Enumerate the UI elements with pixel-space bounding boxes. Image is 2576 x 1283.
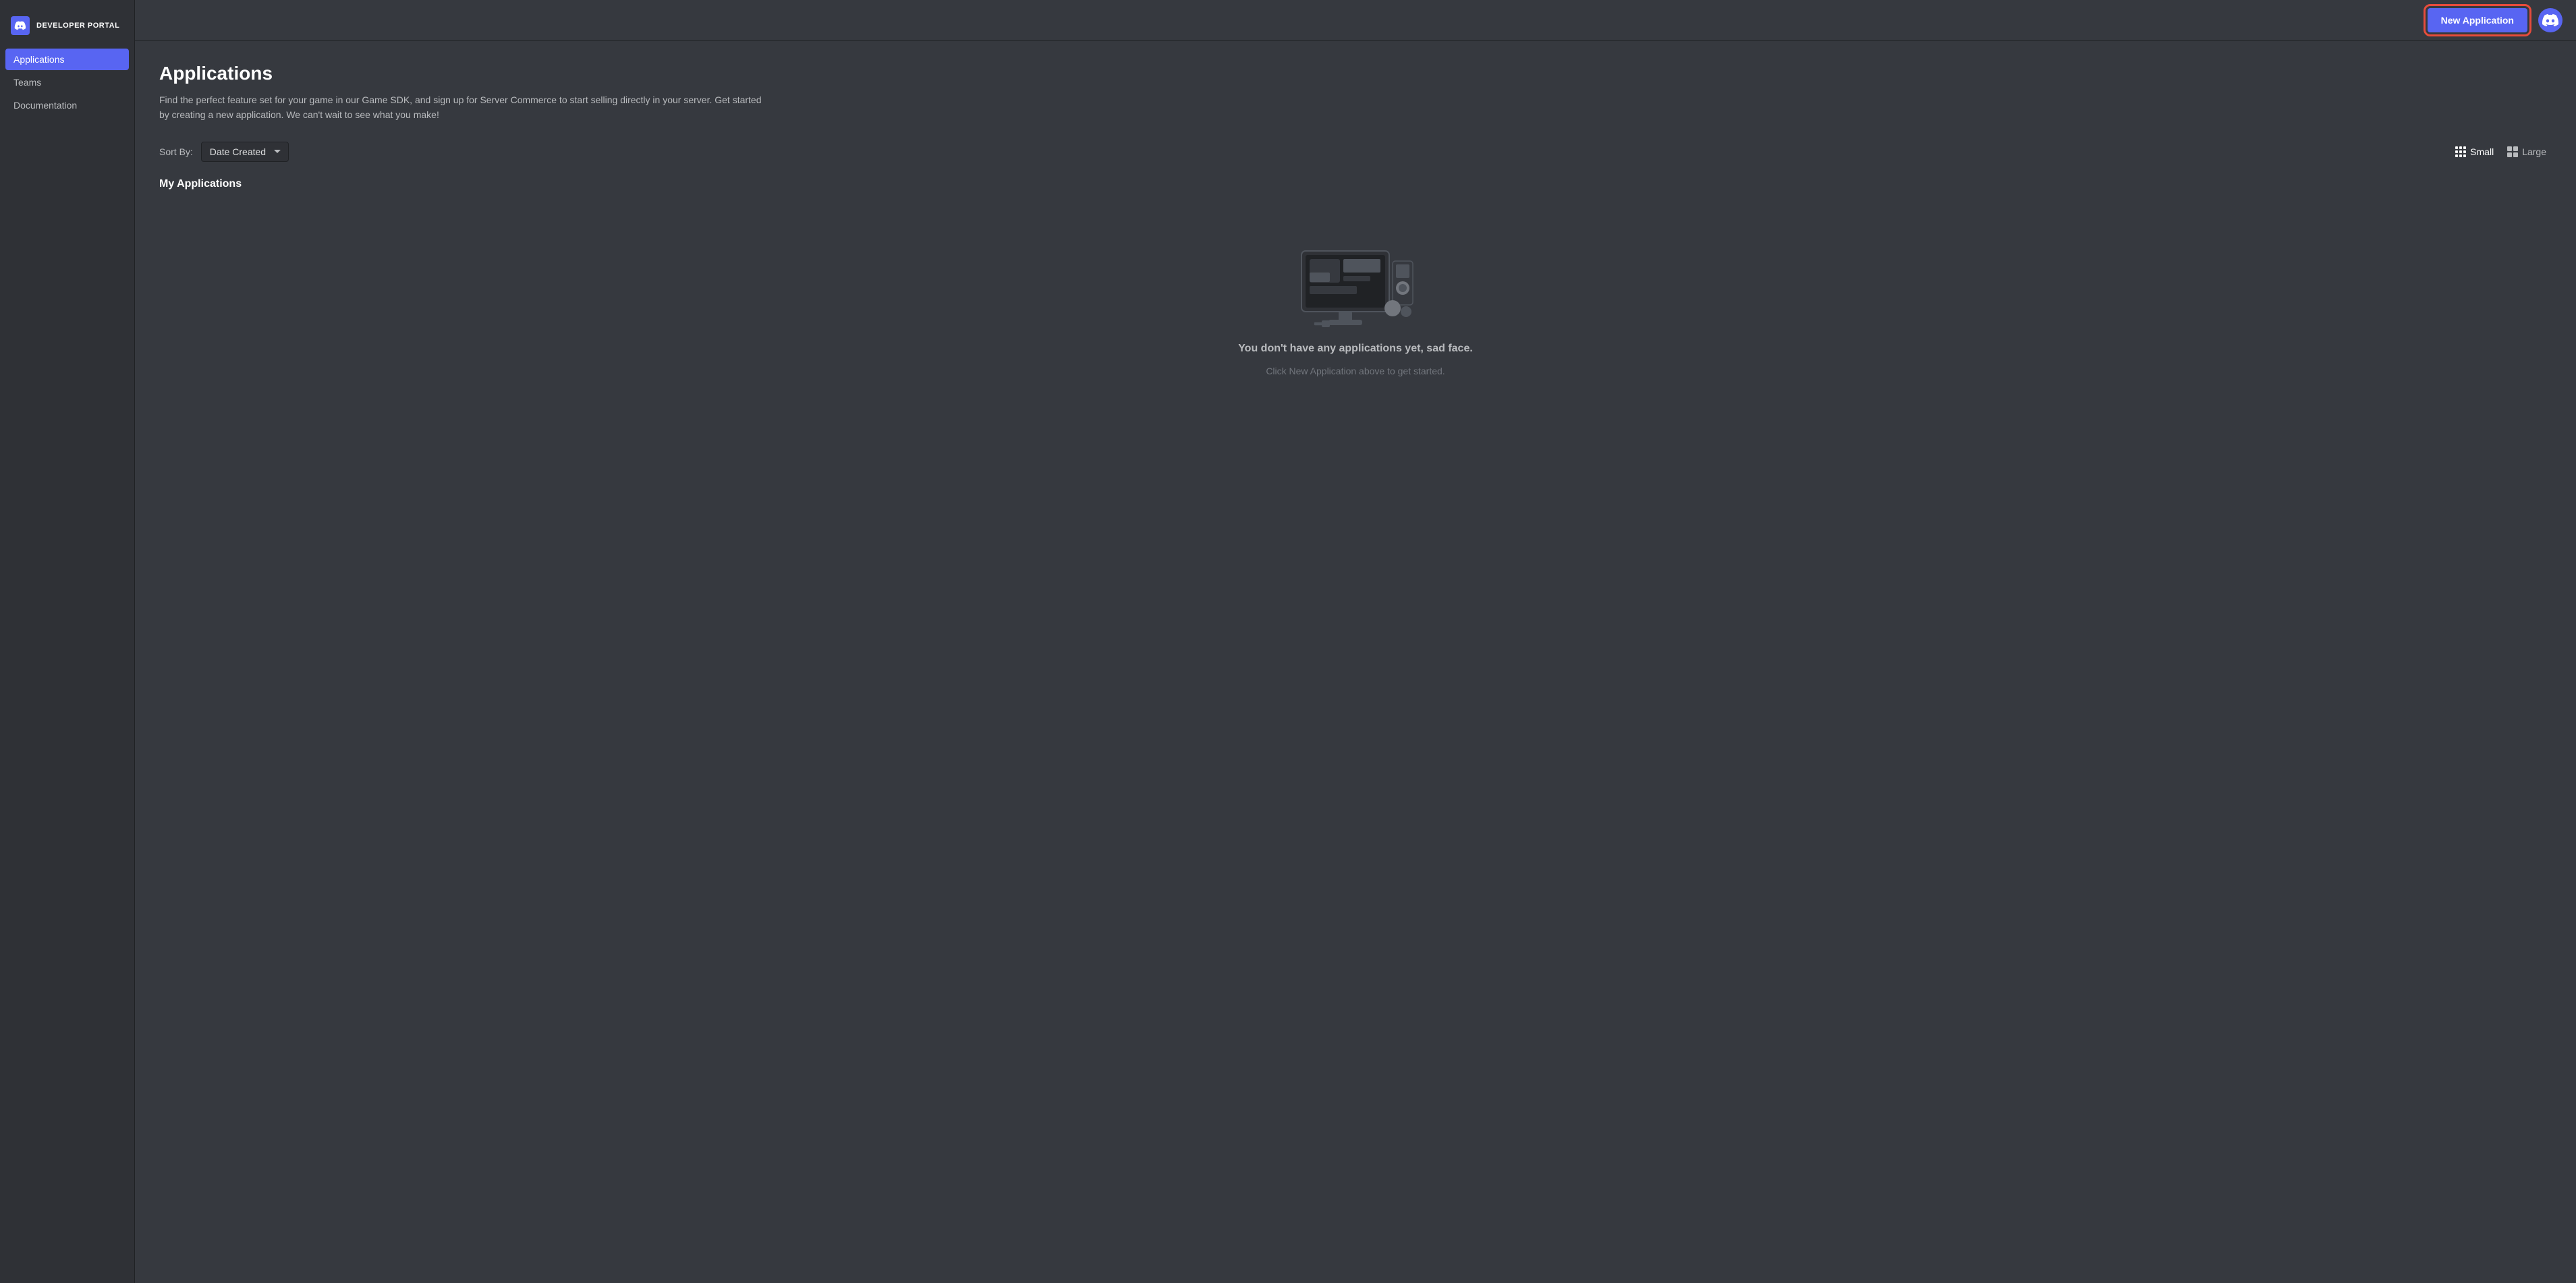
sort-left: Sort By: Date Created Name: [159, 142, 289, 162]
large-grid-icon: [2507, 146, 2518, 157]
sidebar-item-documentation[interactable]: Documentation: [5, 94, 129, 116]
logo-text: DEVELOPER PORTAL: [36, 22, 119, 30]
empty-primary-text: You don't have any applications yet, sad…: [1238, 343, 1473, 355]
page-content: Applications Find the perfect feature se…: [135, 41, 2576, 1283]
sidebar-navigation: Applications Teams Documentation: [0, 49, 134, 116]
sidebar: DEVELOPER PORTAL Applications Teams Docu…: [0, 0, 135, 1283]
empty-illustration: [1288, 244, 1423, 332]
sidebar-logo: DEVELOPER PORTAL: [0, 8, 134, 49]
small-grid-icon: [2455, 146, 2466, 157]
topbar: New Application: [135, 0, 2576, 41]
discord-user-icon: [2542, 12, 2558, 28]
new-application-button[interactable]: New Application: [2428, 8, 2527, 32]
sort-bar: Sort By: Date Created Name Small: [159, 142, 2552, 162]
view-toggle: Small Large: [2450, 144, 2552, 160]
view-small-button[interactable]: Small: [2450, 144, 2499, 160]
sort-right: Small Large: [2450, 144, 2552, 160]
empty-secondary-text: Click New Application above to get start…: [1266, 366, 1445, 376]
view-large-button[interactable]: Large: [2502, 144, 2552, 160]
page-title: Applications: [159, 63, 2552, 84]
topbar-right: New Application: [2428, 8, 2563, 32]
discord-icon: [11, 16, 30, 35]
user-avatar[interactable]: [2538, 8, 2563, 32]
main-content: New Application Applications Find the pe…: [135, 0, 2576, 1283]
sort-select[interactable]: Date Created Name: [201, 142, 289, 162]
sidebar-item-teams[interactable]: Teams: [5, 72, 129, 93]
section-title: My Applications: [159, 178, 2552, 190]
empty-state: You don't have any applications yet, sad…: [159, 204, 2552, 417]
page-description: Find the perfect feature set for your ga…: [159, 92, 766, 123]
sidebar-item-applications[interactable]: Applications: [5, 49, 129, 70]
sort-by-label: Sort By:: [159, 146, 193, 157]
